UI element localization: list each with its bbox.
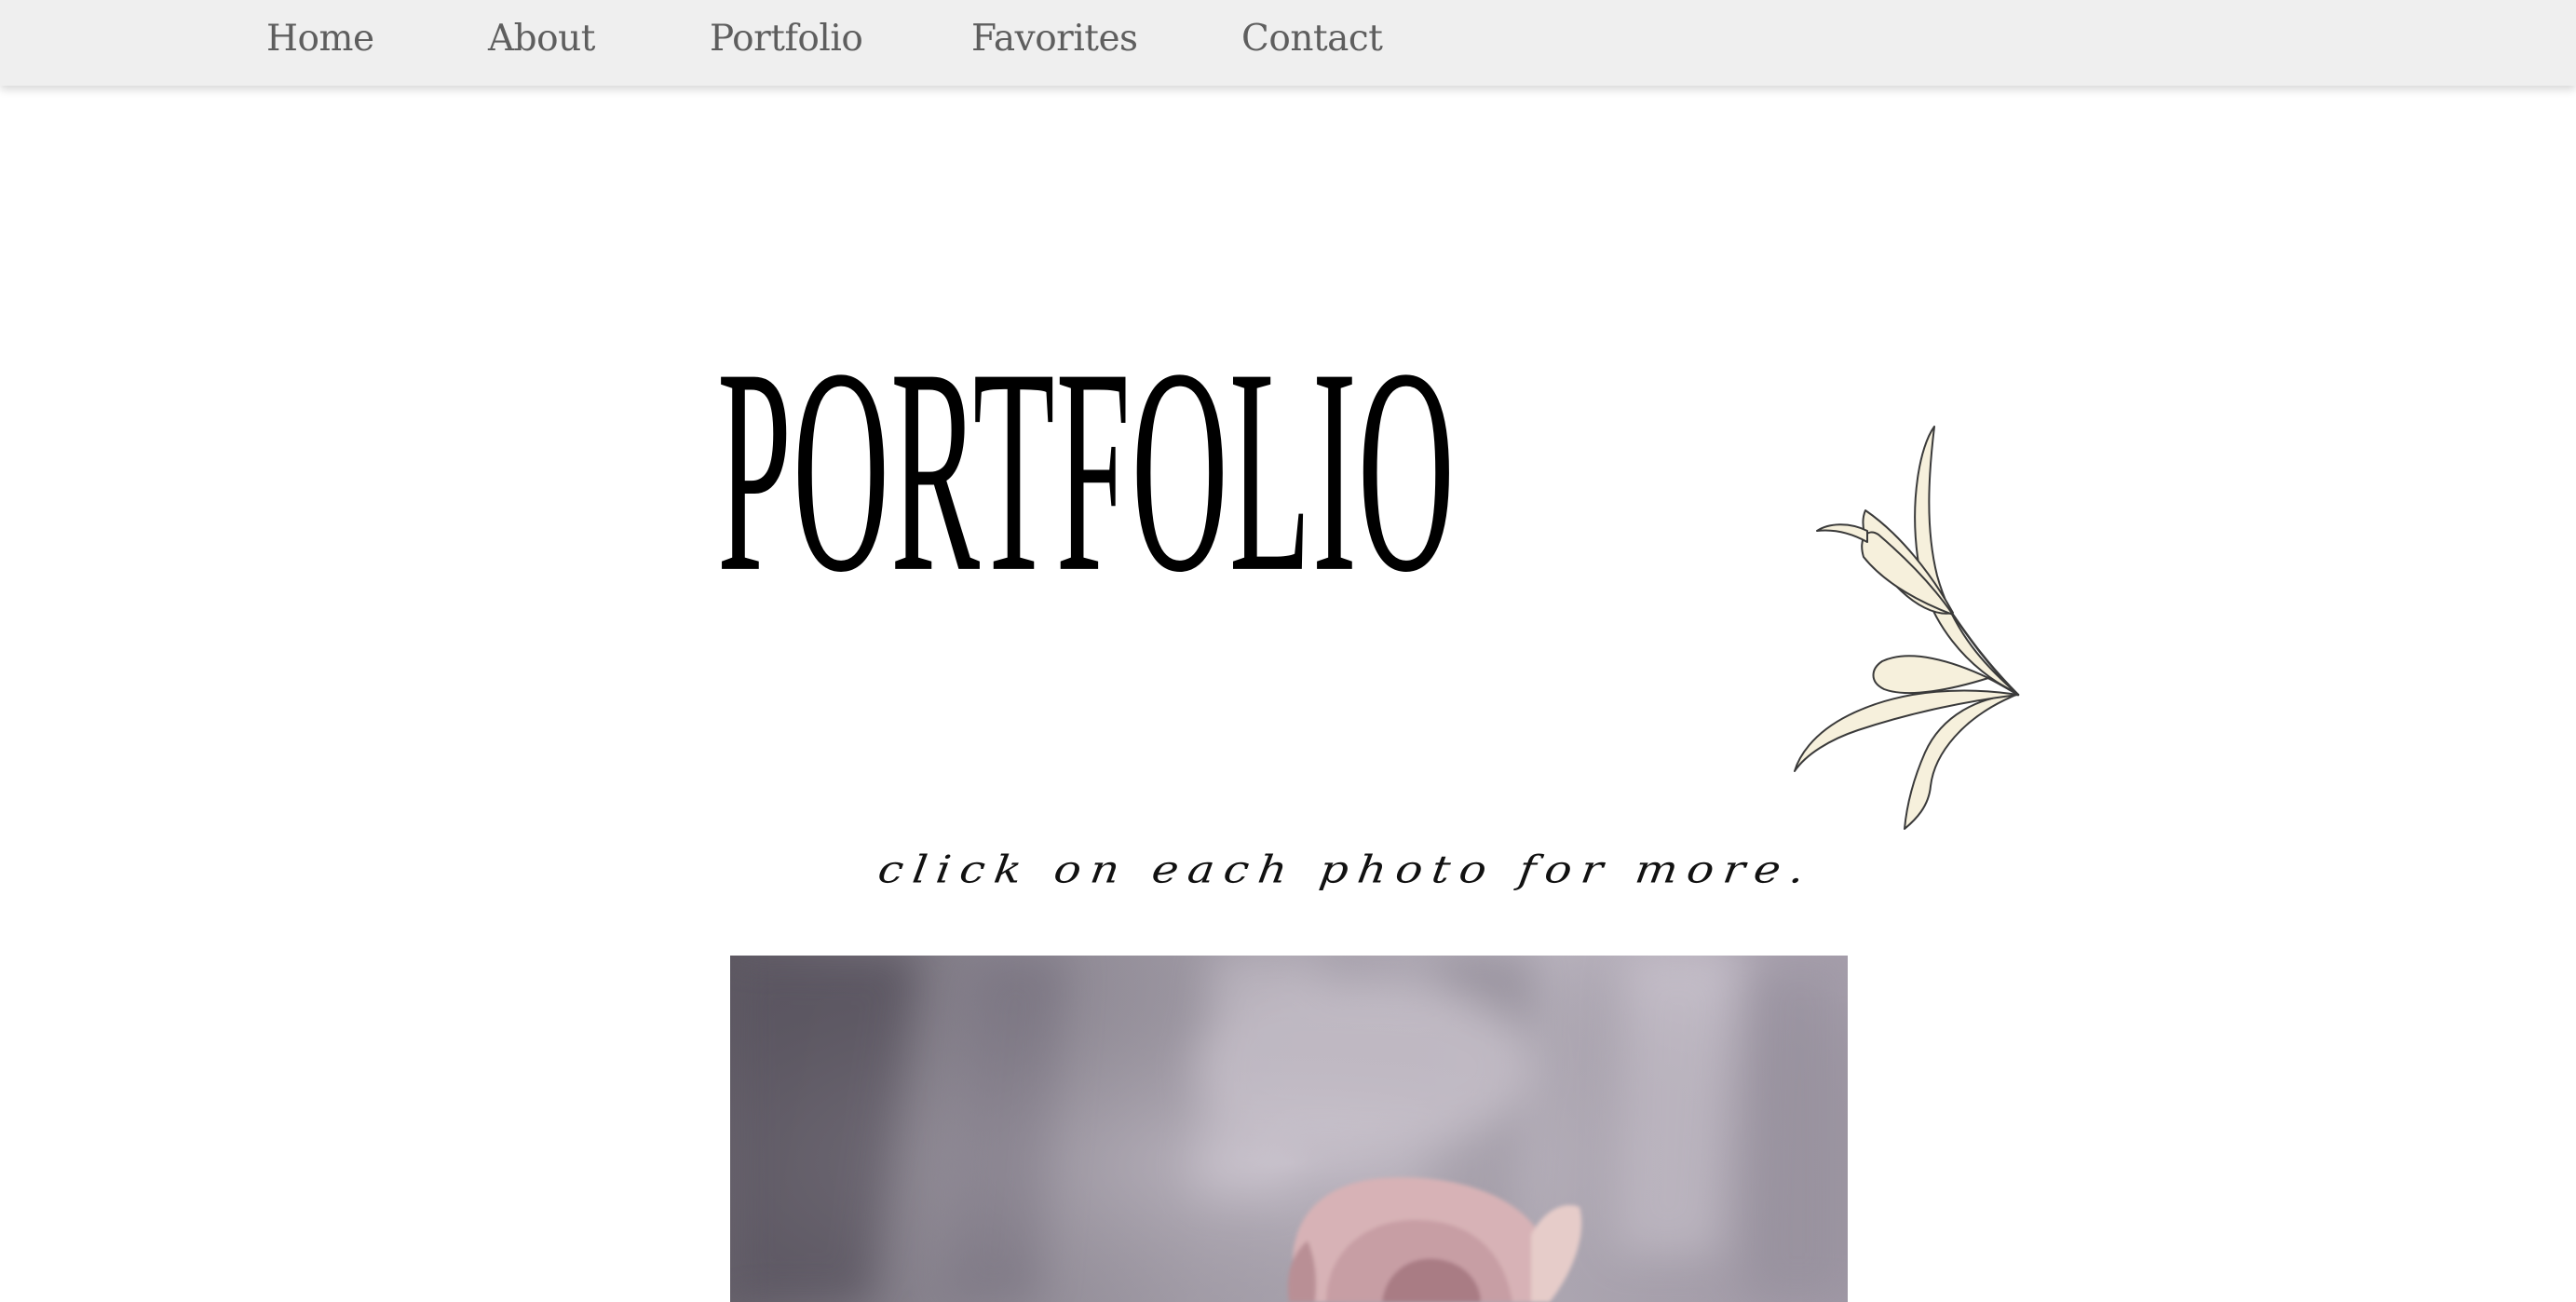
nav-favorites-link[interactable]: Favorites (971, 14, 1138, 64)
rose-photo-image (730, 956, 1848, 1302)
nav-home-link[interactable]: Home (266, 14, 374, 64)
nav-contact-link[interactable]: Contact (1241, 14, 1383, 64)
page-title: PORTFOLIO (717, 307, 1456, 633)
portfolio-instruction-text: click on each photo for more. (874, 848, 1817, 892)
nav-portfolio-link[interactable]: Portfolio (710, 14, 863, 64)
nav-about-link[interactable]: About (488, 14, 595, 64)
lily-illustration (1794, 426, 2020, 830)
top-navigation: Home About Portfolio Favorites Contact (0, 0, 2576, 86)
gallery-photo-rose[interactable] (730, 956, 1848, 1302)
